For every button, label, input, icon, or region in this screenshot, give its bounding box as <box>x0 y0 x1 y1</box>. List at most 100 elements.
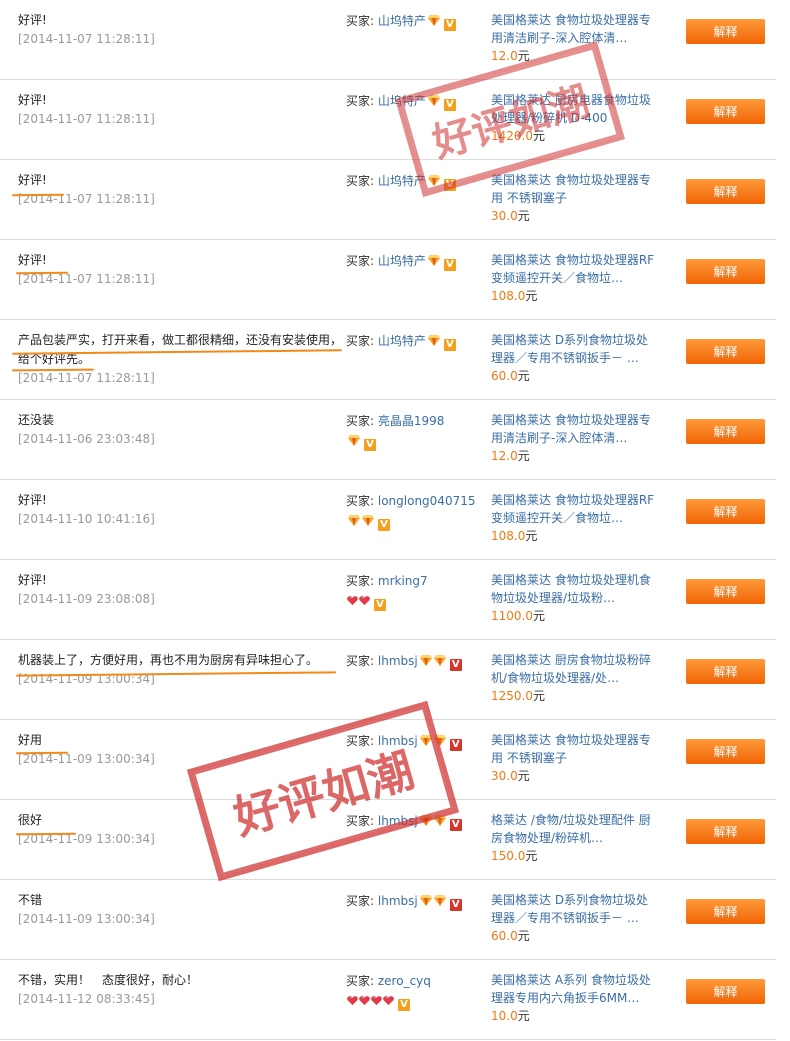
buyer-rank-icons: V <box>346 994 410 1011</box>
comment-text: 机器装上了，方便好用，再也不用为厨房有异味担心了。 <box>18 653 319 667</box>
product-info: 美国格莱达 D系列食物垃圾处理器／专用不锈钢扳手－ … 60.0元 <box>491 331 657 385</box>
price-value: 150.0 <box>491 849 526 863</box>
buyer-name-link[interactable]: lhmbsj <box>378 894 418 908</box>
buyer-rank-icons: V <box>418 734 462 751</box>
diamond-icon <box>427 255 440 266</box>
buyer-label: 买家: <box>346 574 375 588</box>
explain-button[interactable]: 解释 <box>686 419 765 444</box>
product-link[interactable]: 美国格莱达 食物垃圾处理器专用 不锈钢塞子 <box>491 171 657 207</box>
product-price: 10.0元 <box>491 1007 657 1025</box>
product-link[interactable]: 美国格莱达 食物垃圾处理器RF变频遥控开关／食物垃… <box>491 251 657 287</box>
product-info: 美国格莱达 厨房电器食物垃圾处理器/粉碎机 D-400 1420.0元 <box>491 91 657 145</box>
product-link[interactable]: 美国格莱达 食物垃圾处理机食物垃圾处理器/垃圾粉… <box>491 571 657 607</box>
buyer-rank-icons: V <box>346 594 386 611</box>
currency-label: 元 <box>517 1009 530 1023</box>
heart-icon <box>347 596 358 606</box>
product-link[interactable]: 美国格莱达 D系列食物垃圾处理器／专用不锈钢扳手－ … <box>491 891 657 927</box>
explain-button[interactable]: 解释 <box>686 259 765 284</box>
product-link[interactable]: 美国格莱达 厨房电器食物垃圾处理器/粉碎机 D-400 <box>491 91 657 127</box>
review-timestamp: [2014-11-10 10:41:16] <box>18 512 155 526</box>
product-link[interactable]: 美国格莱达 食物垃圾处理器专用清洁刷子-深入腔体清… <box>491 11 657 47</box>
product-link[interactable]: 美国格莱达 食物垃圾处理器专用 不锈钢塞子 <box>491 731 657 767</box>
review-comment: 好评! [2014-11-07 11:28:11] <box>18 171 343 208</box>
review-row: 好评! [2014-11-07 11:28:11] 买家: 山坞特产 V 美国格莱达 食… <box>0 240 776 320</box>
review-comment: 很好 [2014-11-09 13:00:34] <box>18 811 343 848</box>
currency-label: 元 <box>517 49 530 63</box>
buyer-rank-icons: V <box>426 14 456 31</box>
buyer-label: 买家: <box>346 414 375 428</box>
product-price: 108.0元 <box>491 527 657 545</box>
buyer-label: 买家: <box>346 734 375 748</box>
buyer-name-link[interactable]: 山坞特产 <box>378 174 426 188</box>
review-row: 不错，实用！ 态度很好，耐心！ [2014-11-12 08:33:45] 买家: … <box>0 960 776 1040</box>
heart-icon <box>347 996 358 1006</box>
product-link[interactable]: 美国格莱达 食物垃圾处理器RF变频遥控开关／食物垃… <box>491 491 657 527</box>
diamond-icon <box>419 895 432 906</box>
product-price: 60.0元 <box>491 367 657 385</box>
explain-button[interactable]: 解释 <box>686 659 765 684</box>
explain-button[interactable]: 解释 <box>686 579 765 604</box>
buyer-name-link[interactable]: lhmbsj <box>378 654 418 668</box>
explain-button[interactable]: 解释 <box>686 19 765 44</box>
explain-button[interactable]: 解释 <box>686 339 765 364</box>
verified-badge-icon: V <box>443 339 456 351</box>
buyer-name-link[interactable]: 亮晶晶1998 <box>378 414 445 428</box>
currency-label: 元 <box>517 209 530 223</box>
diamond-icon <box>427 95 440 106</box>
explain-button[interactable]: 解释 <box>686 179 765 204</box>
review-row: 好用 [2014-11-09 13:00:34] 买家: lhmbsj V 美国格莱达 … <box>0 720 776 800</box>
buyer-info: 买家: lhmbsj V <box>346 651 478 671</box>
explain-button[interactable]: 解释 <box>686 99 765 124</box>
buyer-name-link[interactable]: zero_cyq <box>378 974 431 988</box>
buyer-label: 买家: <box>346 94 375 108</box>
product-price: 12.0元 <box>491 447 657 465</box>
explain-button[interactable]: 解释 <box>686 899 765 924</box>
buyer-name-link[interactable]: 山坞特产 <box>378 14 426 28</box>
buyer-label: 买家: <box>346 654 375 668</box>
price-value: 60.0 <box>491 929 518 943</box>
buyer-name-link[interactable]: longlong040715 <box>378 494 476 508</box>
explain-button[interactable]: 解释 <box>686 499 765 524</box>
verified-badge-icon: V <box>449 899 462 911</box>
review-comment: 机器装上了，方便好用，再也不用为厨房有异味担心了。 [2014-11-09 13:… <box>18 651 343 688</box>
verified-badge-icon: V <box>449 659 462 671</box>
buyer-name-link[interactable]: lhmbsj <box>378 814 418 828</box>
comment-text: 不错，实用！ 态度很好，耐心！ <box>18 973 199 987</box>
product-info: 美国格莱达 食物垃圾处理器RF变频遥控开关／食物垃… 108.0元 <box>491 251 657 305</box>
review-row: 机器装上了，方便好用，再也不用为厨房有异味担心了。 [2014-11-09 13:… <box>0 640 776 720</box>
buyer-name-link[interactable]: mrking7 <box>378 574 428 588</box>
heart-icon <box>371 996 382 1006</box>
review-row: 好评! [2014-11-07 11:28:11] 买家: 山坞特产 V 美国格莱达 厨… <box>0 80 776 160</box>
price-value: 30.0 <box>491 209 518 223</box>
currency-label: 元 <box>533 689 546 703</box>
buyer-label: 买家: <box>346 894 375 908</box>
buyer-name-link[interactable]: 山坞特产 <box>378 94 426 108</box>
buyer-name-link[interactable]: lhmbsj <box>378 734 418 748</box>
review-row: 好评! [2014-11-07 11:28:11] 买家: 山坞特产 V 美国格莱达 食… <box>0 160 776 240</box>
verified-badge-icon: V <box>398 999 410 1011</box>
product-price: 30.0元 <box>491 207 657 225</box>
product-link[interactable]: 美国格莱达 A系列 食物垃圾处理器专用内六角扳手6MM… <box>491 971 657 1007</box>
comment-text: 好评! <box>18 573 47 587</box>
product-link[interactable]: 格莱达 /食物/垃圾处理配件 厨房食物处理/粉碎机… <box>491 811 657 847</box>
verified-badge-icon: V <box>378 519 390 531</box>
explain-button[interactable]: 解释 <box>686 739 765 764</box>
buyer-name-link[interactable]: 山坞特产 <box>378 334 426 348</box>
comment-text: 好评! <box>18 93 47 107</box>
comment-text: 好评! <box>18 253 47 267</box>
product-link[interactable]: 美国格莱达 厨房食物垃圾粉碎机/食物垃圾处理器/处… <box>491 651 657 687</box>
explain-button[interactable]: 解释 <box>686 979 765 1004</box>
product-link[interactable]: 美国格莱达 D系列食物垃圾处理器／专用不锈钢扳手－ … <box>491 331 657 367</box>
diamond-icon <box>348 435 360 446</box>
price-value: 108.0 <box>491 289 526 303</box>
product-link[interactable]: 美国格莱达 食物垃圾处理器专用清洁刷子-深入腔体清… <box>491 411 657 447</box>
buyer-rank-icons: V <box>346 434 376 451</box>
diamond-icon <box>433 895 446 906</box>
price-value: 12.0 <box>491 49 518 63</box>
review-timestamp: [2014-11-06 23:03:48] <box>18 432 155 446</box>
verified-badge-icon: V <box>374 599 386 611</box>
product-price: 1420.0元 <box>491 127 657 145</box>
buyer-name-link[interactable]: 山坞特产 <box>378 254 426 268</box>
review-timestamp: [2014-11-07 11:28:11] <box>18 32 155 46</box>
explain-button[interactable]: 解释 <box>686 819 765 844</box>
